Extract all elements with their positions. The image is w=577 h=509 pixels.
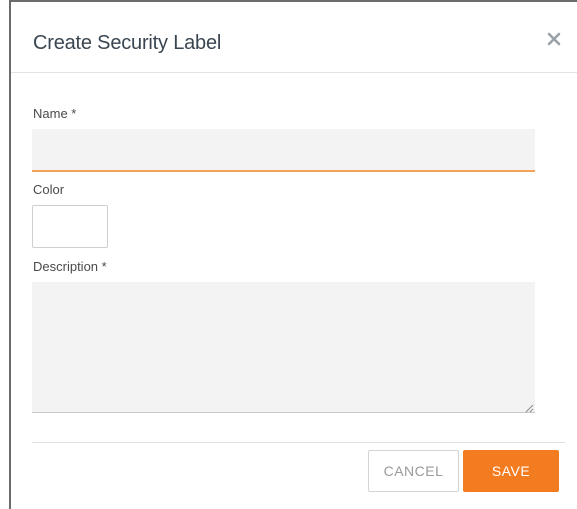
description-textarea[interactable] bbox=[32, 282, 535, 413]
resize-handle-icon[interactable] bbox=[524, 400, 534, 413]
name-input[interactable] bbox=[32, 129, 535, 172]
close-icon[interactable] bbox=[547, 32, 561, 46]
dialog-header: Create Security Label bbox=[11, 2, 577, 73]
description-label: Description * bbox=[33, 259, 107, 274]
color-picker[interactable] bbox=[32, 205, 108, 248]
footer-divider bbox=[32, 442, 565, 443]
color-label: Color bbox=[33, 182, 65, 197]
save-button[interactable]: SAVE bbox=[463, 450, 559, 492]
dialog-title: Create Security Label bbox=[33, 32, 222, 54]
cancel-button[interactable]: CANCEL bbox=[368, 450, 459, 492]
name-label: Name * bbox=[33, 106, 77, 121]
create-security-label-dialog: Create Security Label Name * Color Descr… bbox=[9, 0, 577, 509]
